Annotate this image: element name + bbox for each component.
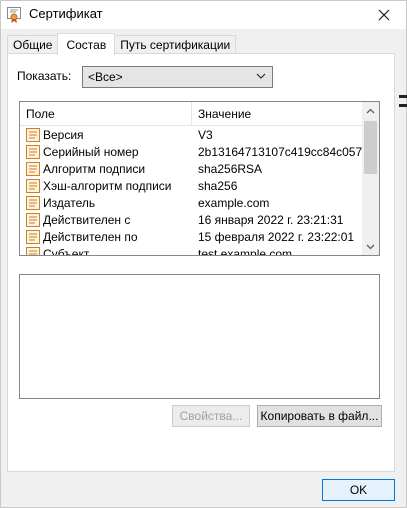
list-item[interactable]: Действителен с 16 января 2022 г. 23:21:31	[20, 211, 363, 228]
list-item[interactable]: Субъект test.example.com	[20, 245, 363, 256]
chevron-down-icon	[366, 244, 375, 249]
field-name: Хэш-алгоритм подписи	[43, 178, 172, 193]
field-value: sha256RSA	[198, 161, 263, 176]
certificate-dialog: Сертификат Общие Состав Путь сертификаци…	[0, 0, 407, 508]
list-item[interactable]: Версия V3	[20, 126, 363, 143]
field-name: Действителен с	[43, 212, 131, 227]
title-bar: Сертификат	[1, 1, 406, 29]
list-item[interactable]: Хэш-алгоритм подписи sha256	[20, 177, 363, 194]
window-title: Сертификат	[29, 6, 103, 21]
field-cell: Действителен с	[20, 212, 192, 227]
column-header-value[interactable]: Значение	[192, 102, 363, 125]
field-cell: Хэш-алгоритм подписи	[20, 178, 192, 193]
field-value: 16 января 2022 г. 23:21:31	[198, 212, 344, 227]
field-value-box[interactable]	[19, 274, 380, 399]
list-rows: Версия V3 Серийный номер 2b13164713107c419c…	[20, 126, 363, 256]
close-icon	[378, 9, 390, 21]
field-name: Алгоритм подписи	[43, 161, 146, 176]
field-value: test.example.com	[198, 246, 293, 256]
ok-button[interactable]: OK	[322, 479, 395, 501]
certificate-field-icon	[26, 144, 40, 159]
fields-list[interactable]: Поле Значение Версия V3 Серийный номер 2b13…	[19, 101, 380, 256]
field-name: Субъект	[43, 246, 90, 256]
list-item[interactable]: Издатель example.com	[20, 194, 363, 211]
tab-general[interactable]: Общие	[7, 35, 59, 54]
certificate-field-icon	[26, 212, 40, 227]
field-cell: Действителен по	[20, 229, 192, 244]
scroll-up-button[interactable]	[362, 102, 379, 119]
field-name: Действителен по	[43, 229, 138, 244]
certificate-icon	[7, 7, 21, 23]
scroll-down-button[interactable]	[362, 238, 379, 255]
field-name: Издатель	[43, 195, 96, 210]
properties-button[interactable]: Свойства...	[172, 405, 250, 427]
field-cell: Издатель	[20, 195, 192, 210]
list-scrollbar[interactable]	[362, 102, 379, 255]
show-label: Показать:	[17, 69, 72, 83]
list-item[interactable]: Действителен по 15 февраля 2022 г. 23:22:…	[20, 228, 363, 245]
field-value: V3	[198, 127, 213, 142]
details-panel: Показать: <Все> Поле Значение Версия V3 Се…	[7, 53, 395, 472]
list-header: Поле Значение	[20, 102, 363, 126]
close-button[interactable]	[362, 1, 406, 29]
field-value: 15 февраля 2022 г. 23:22:01	[198, 229, 355, 244]
column-header-field[interactable]: Поле	[20, 102, 192, 125]
certificate-field-icon	[26, 161, 40, 176]
certificate-field-icon	[26, 195, 40, 210]
field-name: Серийный номер	[43, 144, 139, 159]
tab-details[interactable]: Состав	[57, 33, 116, 55]
list-item[interactable]: Серийный номер 2b13164713107c419cc84c057.…	[20, 143, 363, 160]
certificate-field-icon	[26, 246, 40, 255]
field-name: Версия	[43, 127, 84, 142]
field-cell: Субъект	[20, 246, 192, 256]
tab-bar: Общие Состав Путь сертификации	[7, 33, 237, 55]
field-value: 2b13164713107c419cc84c057...	[198, 144, 363, 159]
list-item[interactable]: Алгоритм подписи sha256RSA	[20, 160, 363, 177]
certificate-field-icon	[26, 127, 40, 142]
background-window-edge	[399, 95, 407, 98]
field-value: sha256	[198, 178, 238, 193]
background-window-edge	[399, 104, 407, 107]
field-value: example.com	[198, 195, 270, 210]
show-select-value: <Все>	[88, 70, 123, 84]
show-select[interactable]: <Все>	[82, 66, 273, 88]
chevron-down-icon	[256, 73, 266, 79]
certificate-field-icon	[26, 229, 40, 244]
tab-certification-path[interactable]: Путь сертификации	[114, 35, 237, 54]
field-cell: Серийный номер	[20, 144, 192, 159]
copy-to-file-button[interactable]: Копировать в файл...	[257, 405, 382, 427]
field-cell: Версия	[20, 127, 192, 142]
chevron-up-icon	[366, 108, 375, 113]
certificate-field-icon	[26, 178, 40, 193]
field-cell: Алгоритм подписи	[20, 161, 192, 176]
scroll-thumb[interactable]	[364, 121, 377, 174]
